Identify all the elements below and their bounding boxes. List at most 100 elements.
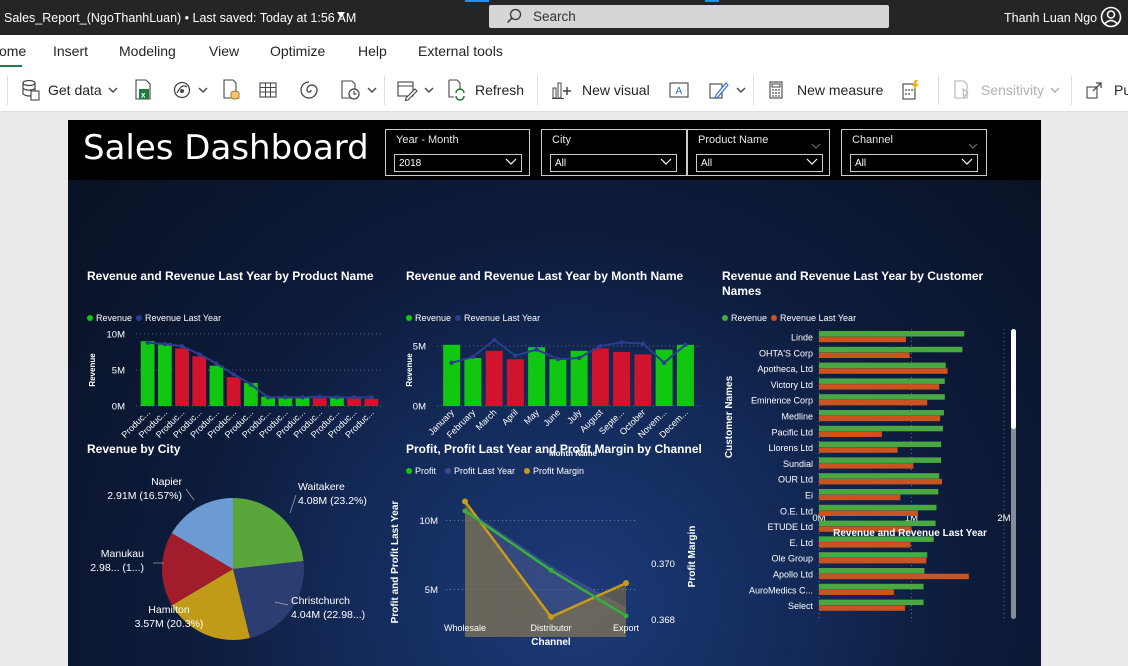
bar-revenue (819, 378, 945, 384)
tab-home[interactable]: ome (0, 43, 26, 68)
x-tick-label: 2M (997, 513, 1010, 524)
slicer-product-name[interactable]: Product Name All (687, 129, 830, 176)
bar-revenue-last-year (819, 605, 906, 611)
slicer-dropdown[interactable]: All (696, 154, 823, 172)
sensitivity-label: Sensitivity (981, 82, 1045, 98)
point-profit-margin (623, 580, 629, 587)
point-revenue-last-year (351, 395, 357, 400)
y-axis-label: Profit and Profit Last Year (390, 501, 401, 624)
tab-help[interactable]: Help (358, 43, 387, 59)
bar-revenue-last-year (819, 399, 928, 406)
legend-label: Revenue (415, 313, 451, 323)
bar-revenue (819, 489, 939, 495)
recent-sources-button[interactable] (339, 77, 377, 103)
pie-slice (233, 498, 304, 569)
chevron-down-icon (1050, 87, 1060, 94)
bar-revenue-last-year (819, 384, 940, 390)
legend-marker (455, 315, 461, 321)
refresh-icon (446, 79, 466, 101)
document-menu-chevron-icon[interactable] (337, 12, 345, 18)
chevron-down-icon (367, 87, 377, 94)
point-revenue-last-year (265, 395, 271, 400)
point-revenue-last-year (619, 340, 624, 345)
tab-optimize[interactable]: Optimize (270, 43, 325, 59)
text-box-button[interactable]: A (668, 77, 690, 103)
pie-label-value: 4.08M (23.2%) (298, 495, 367, 507)
enter-data-button[interactable] (258, 77, 278, 103)
legend-marker (87, 315, 93, 321)
legend-label: Profit Margin (533, 466, 584, 476)
refresh-button[interactable]: Refresh (446, 77, 524, 103)
bar-revenue (819, 504, 937, 511)
toolbar-divider (384, 75, 385, 105)
transform-data-button[interactable] (396, 77, 434, 103)
slicer-city[interactable]: City All (541, 129, 687, 176)
slicer-year-month[interactable]: Year - Month 2018 (385, 129, 530, 176)
y-tick-label: Pacific Ltd (771, 427, 813, 437)
bar-revenue (485, 350, 503, 406)
text-box-icon: A (668, 80, 690, 100)
pie-label-value: 2.91M (16.57%) (107, 490, 182, 502)
y-tick-label: Victory Ltd (771, 380, 813, 390)
user-name[interactable]: Thanh Luan Ngo (1004, 11, 1097, 25)
account-avatar-icon[interactable] (1100, 6, 1122, 33)
svg-text:A: A (676, 86, 683, 97)
y-tick-label: ETUDE Ltd (767, 522, 813, 532)
publish-button[interactable]: Pu (1085, 77, 1128, 103)
bar-revenue (140, 341, 155, 406)
slicer-value: 2018 (399, 158, 422, 169)
database-icon (20, 79, 40, 101)
point-revenue-last-year (317, 394, 322, 399)
point-revenue-last-year (491, 337, 497, 343)
slicer-dropdown[interactable]: All (550, 154, 677, 172)
quick-measure-button[interactable] (900, 77, 920, 103)
tab-modeling[interactable]: Modeling (119, 43, 176, 59)
legend-label: Profit Last Year (454, 466, 515, 476)
refresh-label: Refresh (475, 82, 525, 98)
x-tick-label: March (474, 407, 499, 432)
new-visual-button[interactable]: New visual (550, 77, 650, 103)
bar-revenue-last-year (819, 415, 941, 422)
point-revenue-last-year (334, 395, 340, 400)
bar-revenue (209, 365, 224, 406)
dataverse-button[interactable] (299, 77, 319, 103)
y-tick-label: OHTA'S Corp (759, 348, 813, 358)
legend-label: Revenue (96, 313, 132, 323)
slicer-channel[interactable]: Channel All (841, 129, 987, 176)
document-title[interactable]: Sales_Report_(NgoThanhLuan) • Last saved… (4, 11, 356, 25)
document-database-icon (221, 79, 241, 101)
sql-server-button[interactable] (221, 77, 241, 103)
y-tick-label: Llorens Ltd (768, 443, 813, 453)
toolbar-divider (1071, 75, 1072, 105)
point-revenue-last-year (661, 360, 667, 365)
search-box[interactable]: Search (489, 5, 889, 28)
slicer-dropdown[interactable]: 2018 (394, 154, 522, 172)
point-revenue-last-year (248, 382, 254, 387)
tab-insert[interactable]: Insert (53, 43, 88, 59)
y-tick-label: Ei (805, 491, 813, 501)
new-measure-button[interactable]: New measure (767, 77, 883, 103)
tab-view[interactable]: View (209, 43, 239, 59)
bar-revenue-last-year (819, 463, 914, 469)
sensitivity-button[interactable]: Sensitivity (952, 77, 1060, 103)
y-tick-label: Apotheca, Ltd (757, 364, 813, 374)
tab-external-tools[interactable]: External tools (418, 43, 503, 59)
chevron-down-icon (811, 136, 821, 154)
chevron-down-icon (108, 87, 118, 94)
bar-revenue-last-year (819, 573, 969, 580)
y-tick-label: 0M (112, 402, 125, 413)
legend-label: Revenue (731, 313, 767, 323)
x-tick-label: Wholesale (444, 623, 486, 633)
more-visuals-button[interactable] (708, 77, 746, 103)
chevron-down-icon (424, 87, 434, 94)
excel-workbook-button[interactable]: x (133, 77, 153, 103)
y-tick-label: 10M (420, 516, 439, 527)
slicer-dropdown[interactable]: All (850, 154, 978, 172)
customer-chart-scroll-thumb[interactable] (1011, 329, 1016, 429)
bar-revenue-last-year (819, 431, 882, 437)
onelake-data-hub-button[interactable] (172, 77, 208, 103)
chart-revenue-by-month: Revenue Revenue Last Year5M0MRevenueJanua… (405, 313, 700, 458)
get-data-button[interactable]: Get data (20, 77, 118, 103)
x-tick-label: Export (613, 623, 640, 633)
bar-revenue (819, 583, 924, 590)
